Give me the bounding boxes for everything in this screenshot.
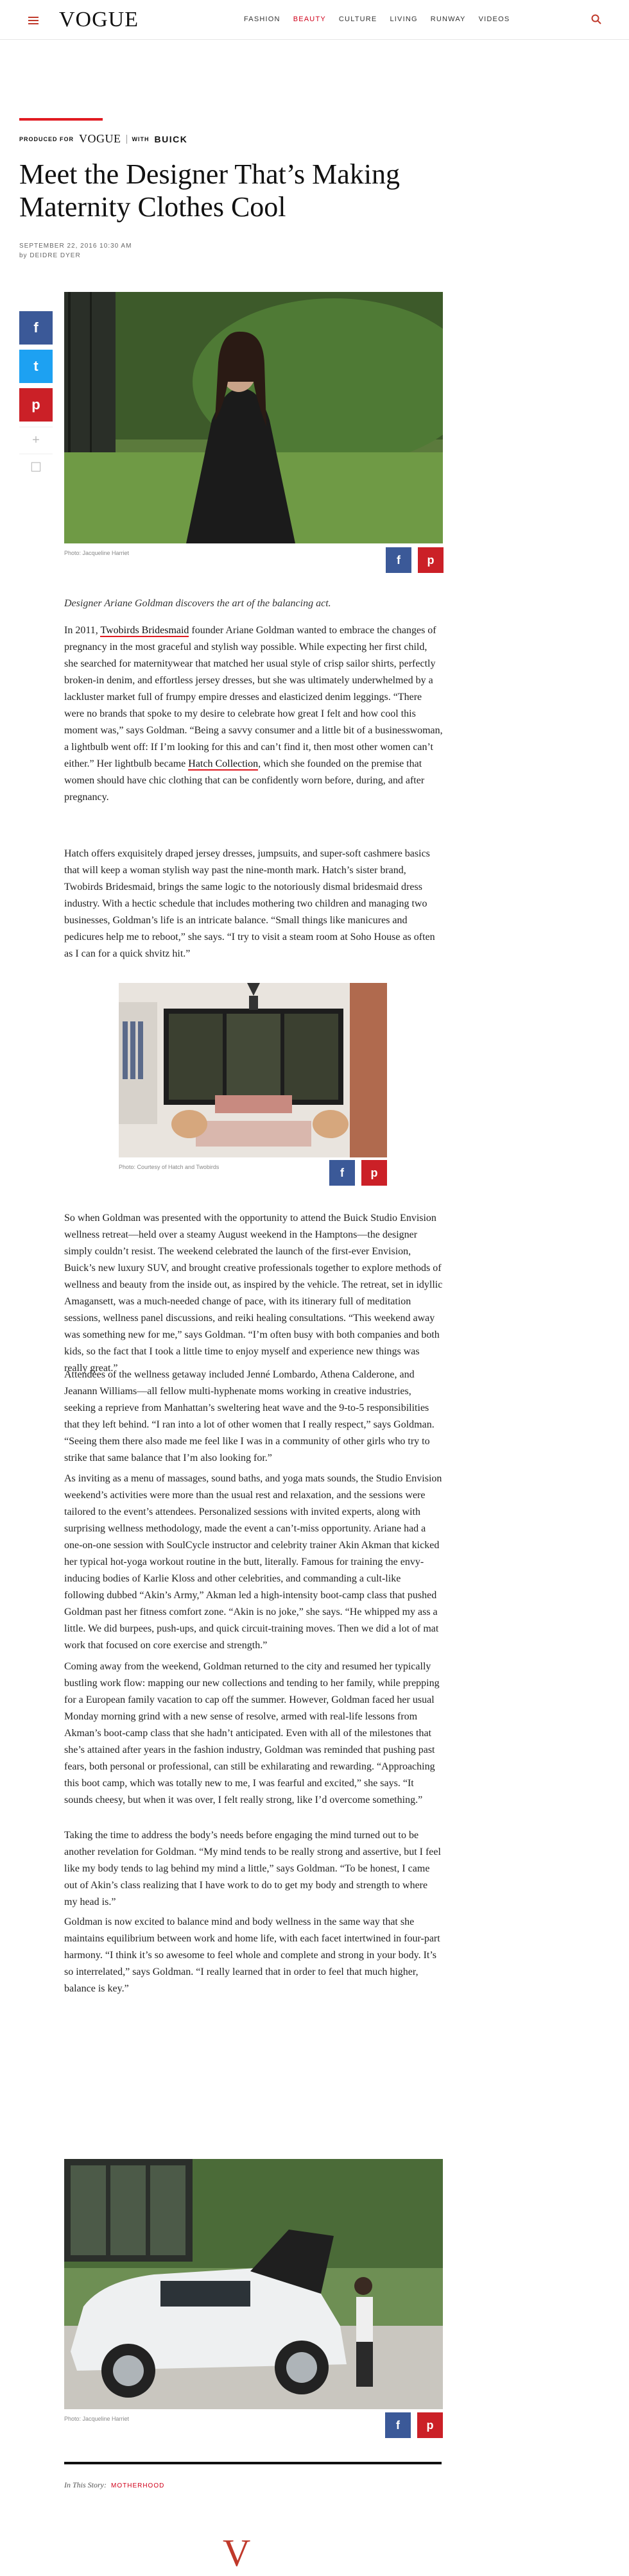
facebook-icon[interactable]: f [329, 1160, 355, 1186]
photo-share: f p [385, 2412, 443, 2438]
search-icon[interactable] [591, 14, 601, 24]
story-tags: In This Story: MOTHERHOOD [64, 2480, 164, 2490]
twitter-icon[interactable]: t [19, 350, 53, 383]
paragraph-text: founder Ariane Goldman wanted to embrace… [64, 625, 443, 769]
sponsor-divider [126, 134, 127, 144]
hero-photo [64, 292, 443, 543]
car-photo [64, 2159, 443, 2409]
photo-share: f p [386, 547, 444, 573]
byline[interactable]: by DEIDRE DYER [19, 252, 81, 259]
nav-runway[interactable]: RUNWAY [431, 15, 466, 23]
article-end-rule [64, 2462, 442, 2464]
share-rail: f t p + ☐ [19, 311, 53, 481]
pinterest-icon[interactable]: p [361, 1160, 387, 1186]
facebook-icon[interactable]: f [385, 2412, 411, 2438]
produced-for-label: PRODUCED FOR [19, 135, 74, 142]
comment-icon[interactable]: ☐ [19, 454, 53, 481]
twobirds-link[interactable]: Twobirds Bridesmaid [100, 625, 189, 637]
plus-icon[interactable]: + [19, 427, 53, 454]
buick-logo[interactable]: BUICK [155, 134, 188, 144]
paragraph: So when Goldman was presented with the o… [64, 1213, 443, 1374]
site-logo[interactable]: VOGUE [59, 8, 139, 32]
facebook-icon[interactable]: f [386, 547, 411, 573]
photo-caption: Photo: Jacqueline Harriet [64, 550, 130, 556]
facebook-icon[interactable]: f [19, 311, 53, 345]
pinterest-icon[interactable]: p [418, 547, 444, 573]
with-label: WITH [132, 135, 150, 142]
sponsor-line: PRODUCED FOR VOGUE WITH BUICK [19, 132, 187, 146]
paragraph: Hatch offers exquisitely draped jersey d… [64, 848, 435, 959]
nav-beauty[interactable]: BEAUTY [293, 15, 326, 23]
photo-caption: Photo: Jacqueline Harriet [64, 2416, 130, 2422]
tag-motherhood[interactable]: MOTHERHOOD [111, 2482, 164, 2489]
paragraph: In 2011, Twobirds Bridesmaid founder Ari… [64, 622, 443, 806]
pinterest-icon[interactable]: p [19, 388, 53, 422]
paragraph: Taking the time to address the body’s ne… [64, 1830, 441, 1907]
site-header: VOGUE FASHION BEAUTY CULTURE LIVING RUNW… [0, 0, 629, 40]
footer-logo[interactable]: V [223, 2531, 250, 2575]
article-dek: Designer Ariane Goldman discovers the ar… [64, 598, 331, 609]
hatch-link[interactable]: Hatch Collection [188, 758, 259, 771]
paragraph: Goldman is now excited to balance mind a… [64, 1916, 440, 1994]
nav-culture[interactable]: CULTURE [339, 15, 377, 23]
nav-fashion[interactable]: FASHION [244, 15, 280, 23]
nav-videos[interactable]: VIDEOS [479, 15, 510, 23]
sponsor-rule [19, 118, 103, 121]
paragraph: Coming away from the weekend, Goldman re… [64, 1661, 440, 1805]
vogue-mark: VOGUE [79, 132, 121, 145]
hamburger-icon[interactable] [28, 17, 39, 24]
article-title: Meet the Designer That’s Making Maternit… [19, 158, 401, 223]
publish-date: SEPTEMBER 22, 2016 10:30 AM [19, 243, 132, 250]
main-nav: FASHION BEAUTY CULTURE LIVING RUNWAY VID… [244, 15, 510, 23]
showroom-photo [119, 983, 387, 1157]
paragraph: Attendees of the wellness getaway includ… [64, 1369, 435, 1463]
paragraph-text: In 2011, [64, 625, 101, 636]
pinterest-icon[interactable]: p [417, 2412, 443, 2438]
paragraph: As inviting as a menu of massages, sound… [64, 1473, 442, 1651]
in-this-story-label: In This Story: [64, 2480, 107, 2489]
photo-caption: Photo: Courtesy of Hatch and Twobirds [119, 1164, 220, 1170]
photo-share: f p [329, 1160, 387, 1186]
nav-living[interactable]: LIVING [390, 15, 417, 23]
